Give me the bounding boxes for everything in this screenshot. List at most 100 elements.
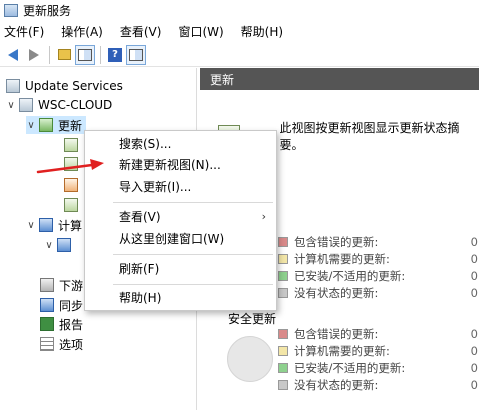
error-swatch (278, 328, 288, 339)
menu-item-new-update-view[interactable]: 新建更新视图(N)... (85, 154, 276, 175)
computers-icon (39, 218, 53, 232)
title-bar: 更新服务 (0, 0, 479, 20)
context-menu: 搜索(S)... 新建更新视图(N)... 导入更新(I)... 查看(V) ›… (84, 130, 277, 311)
tree-label: WSC-CLOUD (38, 98, 113, 112)
tree-item-computers[interactable]: ∨ 计算 (26, 216, 82, 234)
forward-button[interactable] (24, 45, 44, 65)
tree-item-reports[interactable]: 报告 (40, 315, 83, 333)
forward-arrow-icon (29, 48, 39, 61)
legend-label[interactable]: 没有状态的更新: (294, 377, 456, 393)
legend-row[interactable]: 已安装/不适用的更新: 0 (278, 359, 478, 376)
back-button[interactable] (3, 45, 23, 65)
menu-item-help[interactable]: 帮助(H) (85, 287, 276, 308)
wsus-updates-icon[interactable] (64, 198, 78, 212)
tree-label: 更新 (58, 118, 83, 133)
menu-bar: 文件(F) 操作(A) 查看(V) 窗口(W) 帮助(H) (0, 21, 479, 41)
menu-separator (113, 284, 273, 285)
legend-count: 0 (470, 251, 478, 266)
legend-row[interactable]: 包含错误的更新: 0 (278, 233, 478, 250)
show-action-pane-button[interactable] (126, 44, 146, 65)
legend-label[interactable]: 已安装/不适用的更新: (294, 268, 456, 284)
tree-item-update-services[interactable]: Update Services (6, 77, 123, 95)
menu-separator (113, 254, 273, 255)
error-swatch (278, 236, 288, 247)
tree-item-downstream-servers[interactable]: 下游 (40, 276, 83, 294)
tree-item-synchronizations[interactable]: 同步 (40, 296, 83, 314)
action-pane-icon (129, 48, 143, 61)
security-updates-icon[interactable] (64, 178, 78, 192)
tree-label: 选项 (59, 337, 84, 352)
server-icon (6, 79, 20, 93)
menu-item-view[interactable]: 查看(V) › (85, 206, 276, 227)
legend-row[interactable]: 没有状态的更新: 0 (278, 376, 478, 393)
legend-row[interactable]: 包含错误的更新: 0 (278, 325, 478, 342)
menu-view[interactable]: 查看(V) (120, 23, 162, 40)
annotation-arrow-icon (36, 159, 104, 174)
legend-count: 0 (470, 360, 478, 375)
no-status-swatch (278, 379, 288, 390)
submenu-arrow-icon: › (261, 210, 266, 223)
tree-item-updates[interactable]: ∨ 更新 (26, 116, 87, 134)
menu-action[interactable]: 操作(A) (61, 23, 103, 40)
tree-label: 计算 (58, 218, 83, 233)
up-folder-icon (57, 49, 71, 60)
needed-swatch (278, 345, 288, 356)
legend-count: 0 (470, 377, 478, 392)
help-button[interactable]: ? (105, 45, 125, 65)
tree-label: 报告 (59, 317, 84, 332)
section-title: 安全更新 (228, 312, 277, 326)
legend-count: 0 (470, 285, 478, 300)
toolbar-separator (49, 45, 50, 64)
menu-window[interactable]: 窗口(W) (178, 23, 223, 40)
needed-swatch (278, 253, 288, 264)
tree-item-options[interactable]: 选项 (40, 335, 83, 353)
legend-count: 0 (470, 326, 478, 341)
menu-item-search[interactable]: 搜索(S)... (85, 133, 276, 154)
tree-label: Update Services (25, 79, 123, 93)
back-arrow-icon (8, 48, 18, 61)
menu-item-refresh[interactable]: 刷新(F) (85, 258, 276, 279)
reports-icon (40, 317, 54, 331)
menu-help[interactable]: 帮助(H) (241, 23, 283, 40)
toolbar: ? (0, 43, 479, 67)
tree-item-all-computers[interactable]: ∨ (44, 236, 76, 254)
description-text: 此视图按更新视图显示更新状态摘要。 (279, 121, 460, 152)
legend-row[interactable]: 没有状态的更新: 0 (278, 284, 478, 301)
legend-row[interactable]: 计算机需要的更新: 0 (278, 342, 478, 359)
updates-icon (39, 118, 53, 132)
status-legend: 包含错误的更新: 0 计算机需要的更新: 0 已安装/不适用的更新: 0 没有状… (278, 233, 478, 301)
help-icon: ? (108, 47, 122, 62)
toolbar-separator (100, 45, 101, 64)
legend-count: 0 (470, 343, 478, 358)
all-updates-icon[interactable] (64, 138, 78, 152)
legend-label[interactable]: 计算机需要的更新: (294, 251, 456, 267)
collapse-icon[interactable]: ∨ (26, 220, 36, 231)
menu-file[interactable]: 文件(F) (4, 23, 44, 40)
legend-row[interactable]: 已安装/不适用的更新: 0 (278, 267, 478, 284)
installed-swatch (278, 362, 288, 373)
no-status-swatch (278, 287, 288, 298)
legend-label[interactable]: 包含错误的更新: (294, 234, 456, 250)
collapse-icon[interactable]: ∨ (6, 100, 16, 111)
downstream-servers-icon (40, 278, 54, 292)
options-icon (40, 337, 54, 351)
expand-icon[interactable]: ∨ (44, 240, 54, 251)
legend-label[interactable]: 包含错误的更新: (294, 326, 456, 342)
collapse-icon[interactable]: ∨ (26, 120, 36, 131)
legend-label[interactable]: 计算机需要的更新: (294, 343, 456, 359)
legend-label[interactable]: 已安装/不适用的更新: (294, 360, 456, 376)
legend-row[interactable]: 计算机需要的更新: 0 (278, 250, 478, 267)
show-tree-button[interactable] (75, 44, 95, 65)
pane-header: 更新 (200, 68, 479, 90)
menu-item-new-window[interactable]: 从这里创建窗口(W) (85, 228, 276, 249)
status-legend: 包含错误的更新: 0 计算机需要的更新: 0 已安装/不适用的更新: 0 没有状… (278, 325, 478, 393)
installed-swatch (278, 270, 288, 281)
window-title: 更新服务 (23, 3, 72, 18)
tree-label: 同步 (59, 298, 84, 313)
app-icon (4, 3, 18, 17)
up-button[interactable] (54, 45, 74, 65)
tree-item-server[interactable]: ∨ WSC-CLOUD (6, 96, 112, 114)
legend-count: 0 (470, 234, 478, 249)
legend-label[interactable]: 没有状态的更新: (294, 285, 456, 301)
menu-item-import-updates[interactable]: 导入更新(I)... (85, 176, 276, 197)
